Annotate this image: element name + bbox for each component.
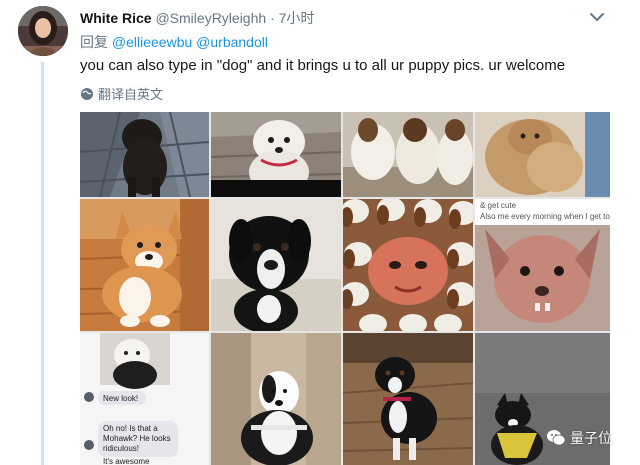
chat-message: It's awesome <box>103 457 150 465</box>
tweet-timestamp[interactable]: 7小时 <box>279 10 315 26</box>
chat-message: ridiculous! <box>103 444 139 453</box>
dog-photo-tile[interactable] <box>211 112 341 197</box>
meme-caption-line: Also me every morning when I get to work… <box>480 212 610 221</box>
dog-photo-tile[interactable] <box>80 112 209 197</box>
mention-link[interactable]: @urbandoll <box>196 34 268 50</box>
separator-dot: · <box>270 10 275 26</box>
chat-screenshot-tile[interactable]: New look! Oh no! Is that a Mohawk? He lo… <box>80 333 209 465</box>
translate-label: 翻译自英文 <box>98 87 164 102</box>
wechat-logo-icon <box>547 430 566 446</box>
reply-prefix: 回复 <box>80 34 108 50</box>
dog-photo-tile[interactable] <box>80 199 209 331</box>
tweet-header: White Rice @SmileyRyleighh · 7小时 <box>80 8 314 28</box>
translate-tweet-link[interactable]: 翻译自英文 <box>80 84 163 103</box>
avatar-photo <box>18 6 68 56</box>
dog-photo-tile[interactable] <box>211 333 341 465</box>
tweet-text: you can also type in "dog" and it brings… <box>80 57 566 74</box>
conversation-thread-line <box>41 62 44 465</box>
chevron-down-icon[interactable] <box>586 8 608 26</box>
display-name[interactable]: White Rice <box>80 10 152 26</box>
dog-photo-tile[interactable] <box>475 112 610 197</box>
dog-photo-tile[interactable] <box>343 112 473 197</box>
dog-photo-tile[interactable] <box>211 199 341 331</box>
meme-caption-line: & get cute <box>480 201 517 210</box>
photo-grid: & get cute Also me every morning when I … <box>80 112 610 465</box>
dog-photo-tile[interactable] <box>343 333 473 465</box>
dog-photo-tile[interactable] <box>343 199 473 331</box>
reply-context: 回复 @ellieeewbu @urbandoll <box>80 32 268 52</box>
watermark-text: 量子位 <box>570 430 612 446</box>
dog-photo-tile[interactable]: & get cute Also me every morning when I … <box>475 199 610 331</box>
chat-message: New look! <box>103 394 138 403</box>
watermark: 量子位 <box>546 428 612 448</box>
globe-icon <box>81 87 93 100</box>
chat-message: Oh no! Is that a <box>103 424 158 433</box>
chat-message: Mohawk? He looks <box>103 434 171 443</box>
avatar[interactable] <box>18 6 68 56</box>
user-handle[interactable]: @SmileyRyleighh <box>155 10 266 26</box>
mention-link[interactable]: @ellieeewbu <box>112 34 192 50</box>
